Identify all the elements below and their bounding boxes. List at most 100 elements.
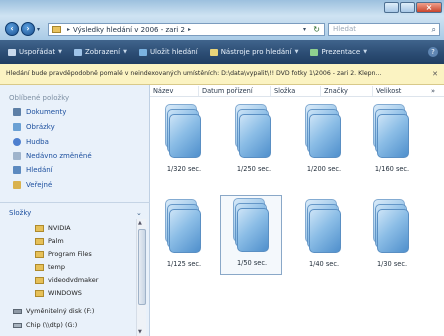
file-item[interactable]: 1/250 sec. <box>223 102 285 182</box>
favorite-item-pictures[interactable]: Obrázky <box>13 123 55 131</box>
search-tools-button[interactable]: Nástroje pro hledání ▼ <box>209 48 298 56</box>
address-dropdown-icon[interactable]: ▾ <box>303 26 306 33</box>
music-icon <box>13 138 21 146</box>
file-item-selected[interactable]: 1/50 sec. <box>220 195 282 275</box>
pane-splitter[interactable] <box>0 202 150 203</box>
file-label: 1/50 sec. <box>236 259 268 267</box>
info-bar[interactable]: Hledání bude pravděpodobně pomalé v nein… <box>0 64 444 85</box>
dropdown-arrow-icon: ▼ <box>363 49 368 55</box>
slideshow-button[interactable]: Prezentace ▼ <box>310 48 367 56</box>
folders-title[interactable]: Složky <box>9 209 31 217</box>
help-icon[interactable]: ? <box>428 47 438 57</box>
folder-label: temp <box>48 263 66 271</box>
window-controls: × <box>383 2 442 13</box>
save-search-button[interactable]: Uložit hledání <box>138 48 198 56</box>
recent-pages-dropdown[interactable]: ▾ <box>37 26 40 33</box>
drive-label: Chip (\\dtp) (G:) <box>26 321 78 329</box>
scroll-down-icon[interactable]: ▼ <box>138 329 142 335</box>
file-stack-icon <box>373 104 409 160</box>
folder-item-videodvdmaker[interactable]: videodvdmaker <box>35 276 98 284</box>
column-header-folder[interactable]: Složka <box>274 87 295 95</box>
file-stack-icon <box>305 199 341 255</box>
column-divider[interactable] <box>372 86 373 96</box>
minimize-button[interactable] <box>384 2 399 13</box>
column-header-date-taken[interactable]: Datum pořízení <box>202 87 253 95</box>
file-label: 1/250 sec. <box>236 165 272 173</box>
close-icon[interactable]: ✕ <box>432 64 438 84</box>
file-label: 1/40 sec. <box>308 260 340 268</box>
file-item[interactable]: 1/125 sec. <box>153 197 215 277</box>
folders-scrollbar[interactable]: ▲ ▼ <box>136 219 146 336</box>
folder-label: WINDOWS <box>48 289 82 297</box>
favorite-item-music[interactable]: Hudba <box>13 138 49 146</box>
command-toolbar: Uspořádat ▼ Zobrazení ▼ Uložit hledání N… <box>0 40 444 64</box>
chevron-down-icon[interactable]: ⌄ <box>136 209 142 217</box>
organize-button[interactable]: Uspořádat ▼ <box>8 48 62 56</box>
folder-item-windows[interactable]: WINDOWS <box>35 289 82 297</box>
favorite-item-searches[interactable]: Hledání <box>13 166 53 174</box>
favorite-item-recently-changed[interactable]: Nedávno změněné <box>13 152 92 160</box>
folder-item-palm[interactable]: Palm <box>35 237 64 245</box>
file-label: 1/125 sec. <box>166 260 202 268</box>
folder-icon <box>35 224 44 232</box>
address-bar[interactable]: ▸ Výsledky hledání v 2006 - zari 2 ▸ ▾ ↻ <box>48 23 325 36</box>
scroll-up-icon[interactable]: ▲ <box>138 220 142 226</box>
drive-item-removable[interactable]: Vyměnitelný disk (F:) <box>13 307 94 315</box>
folder-icon <box>35 250 44 258</box>
file-item[interactable]: 1/200 sec. <box>293 102 355 182</box>
column-header-tags[interactable]: Značky <box>324 87 348 95</box>
favorite-label: Nedávno změněné <box>26 152 92 160</box>
more-columns-icon[interactable]: » <box>431 87 435 95</box>
search-tools-icon <box>209 48 218 56</box>
close-button[interactable]: × <box>416 2 442 13</box>
folder-item-temp[interactable]: temp <box>35 263 65 271</box>
save-icon <box>138 48 147 56</box>
slideshow-icon <box>310 48 319 56</box>
toolbar-label: Prezentace <box>321 48 361 56</box>
file-item[interactable]: 1/160 sec. <box>361 102 423 182</box>
column-divider[interactable] <box>270 86 271 96</box>
back-button[interactable]: ‹ <box>5 22 19 36</box>
folder-item-nvidia[interactable]: NVIDIA <box>35 224 71 232</box>
column-divider[interactable] <box>320 86 321 96</box>
folder-label: NVIDIA <box>48 224 71 232</box>
file-item[interactable]: 1/40 sec. <box>293 197 355 277</box>
refresh-icon[interactable]: ↻ <box>313 25 320 34</box>
search-placeholder: Hledat <box>333 25 356 33</box>
drive-label: Vyměnitelný disk (F:) <box>26 307 95 315</box>
scrollbar-thumb[interactable] <box>138 229 146 305</box>
toolbar-label: Uložit hledání <box>149 48 198 56</box>
searches-icon <box>13 166 21 174</box>
pictures-icon <box>13 123 21 131</box>
drive-icon <box>13 308 22 314</box>
file-stack-icon <box>235 104 271 160</box>
file-stack-icon <box>373 199 409 255</box>
dropdown-arrow-icon: ▼ <box>58 49 63 55</box>
drive-item-network[interactable]: Chip (\\dtp) (G:) <box>13 321 77 329</box>
file-item[interactable]: 1/320 sec. <box>153 102 215 182</box>
breadcrumb-chevron-icon: ▸ <box>67 26 71 33</box>
organize-icon <box>8 48 16 56</box>
folder-item-program-files[interactable]: Program Files <box>35 250 92 258</box>
folder-icon <box>35 276 44 284</box>
toolbar-label: Uspořádat <box>19 48 56 56</box>
search-icon[interactable]: ⌕ <box>432 24 436 35</box>
forward-button[interactable]: › <box>21 22 35 36</box>
maximize-button[interactable] <box>400 2 415 13</box>
views-button[interactable]: Zobrazení ▼ <box>74 48 127 56</box>
favorites-title: Oblíbené položky <box>9 94 70 102</box>
column-header-name[interactable]: Název <box>153 87 173 95</box>
file-label: 1/320 sec. <box>166 165 202 173</box>
column-divider[interactable] <box>198 86 199 96</box>
favorite-item-documents[interactable]: Dokumenty <box>13 108 66 116</box>
navigation-pane: Oblíbené položky Dokumenty Obrázky Hudba… <box>0 85 150 336</box>
column-header-size[interactable]: Velikost <box>376 87 401 95</box>
favorite-label: Dokumenty <box>26 108 67 116</box>
address-path: Výsledky hledání v 2006 - zari 2 <box>73 25 185 34</box>
file-item[interactable]: 1/30 sec. <box>361 197 423 277</box>
favorite-item-public[interactable]: Veřejné <box>13 181 52 189</box>
folder-icon <box>35 237 44 245</box>
file-label: 1/200 sec. <box>306 165 342 173</box>
search-input[interactable]: Hledat ⌕ <box>328 23 440 36</box>
breadcrumb-chevron-icon: ▸ <box>187 26 191 33</box>
